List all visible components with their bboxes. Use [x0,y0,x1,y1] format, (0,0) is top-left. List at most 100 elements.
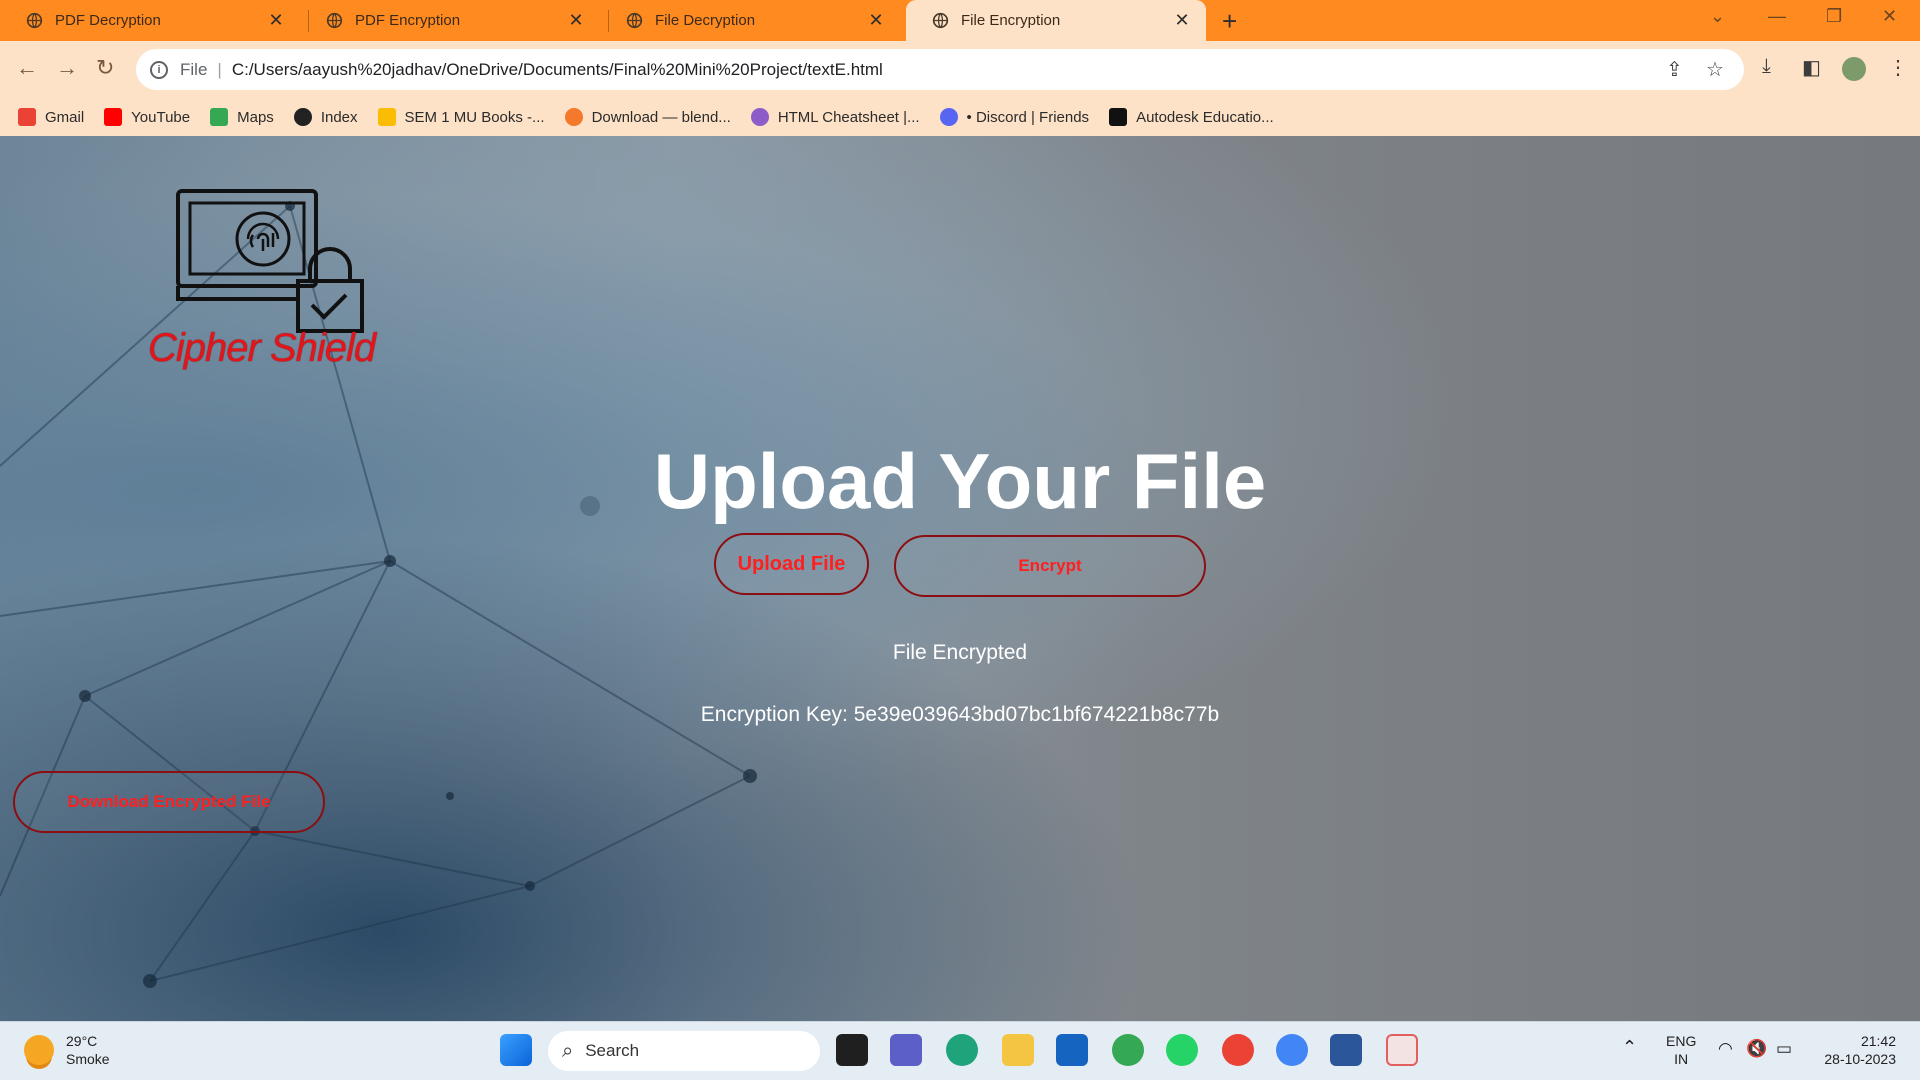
encryption-key-line: Encryption Key: 5e39e039643bd07bc1bf6742… [0,703,1920,727]
page-title: Upload Your File [653,437,1267,525]
download-encrypted-file-button[interactable]: Download Encrypted File [13,771,325,833]
weather-description: Smoke [66,1051,110,1067]
close-window-icon[interactable]: ✕ [1882,6,1897,27]
globe-icon [326,12,343,29]
edge-icon[interactable] [946,1034,978,1066]
battery-icon[interactable]: ▭ [1776,1040,1792,1058]
task-view-icon[interactable] [836,1034,868,1066]
tab-strip: PDF Decryption ✕ PDF Encryption ✕ File D… [0,0,1920,41]
url-scheme: File [180,59,208,79]
chrome-profile-2-icon[interactable] [1276,1034,1308,1066]
encrypt-button[interactable]: Encrypt [894,535,1206,597]
bookmark-label: • Discord | Friends [966,108,1090,126]
microsoft-store-icon[interactable] [1056,1034,1088,1066]
tab-label: PDF Encryption [355,12,461,29]
search-icon: ⌕ [562,1039,574,1062]
speaker-muted-icon[interactable]: 🔇 [1746,1040,1767,1058]
index-icon [293,108,312,126]
weather-sun-icon [24,1035,54,1065]
bookmark-label: Autodesk Educatio... [1136,108,1274,126]
bookmark-autodesk[interactable]: Autodesk Educatio... [1109,108,1274,126]
bookmark-label: Index [320,108,358,126]
wifi-icon[interactable]: ◠ [1718,1040,1733,1058]
reload-icon[interactable]: ↻ [96,55,114,81]
bookmarks-bar: Gmail YouTube Maps Index SEM 1 MU Books … [0,98,1920,136]
back-icon[interactable]: ← [16,55,38,81]
bookmark-html-cheatsheet[interactable]: HTML Cheatsheet |... [750,108,920,126]
tab-pdf-decryption[interactable]: PDF Decryption ✕ [0,0,300,41]
bookmark-label: Download — blend... [591,108,731,126]
snipping-tool-icon[interactable] [1386,1034,1418,1066]
close-icon[interactable]: ✕ [266,10,286,31]
bookmark-label: HTML Cheatsheet |... [777,108,920,126]
cheatsheet-icon [750,108,769,126]
maps-icon [210,108,229,126]
brand-name: Cipher Shield [148,326,376,370]
word-icon[interactable] [1330,1034,1362,1066]
address-toolbar: ← → ↻ i File | C:/Users/aayush%20jadhav/… [0,41,1920,98]
menu-icon[interactable]: ⋮ [1888,55,1908,80]
restore-icon[interactable]: ❐ [1826,6,1842,27]
weather-widget[interactable]: 29°C Smoke [24,1032,110,1068]
youtube-icon [104,108,123,126]
bookmark-label: SEM 1 MU Books -... [404,108,545,126]
bookmark-maps[interactable]: Maps [210,108,274,126]
bookmark-star-icon[interactable]: ☆ [1706,57,1724,82]
encryption-key-label: Encryption Key: [700,703,854,726]
windows-start-icon[interactable] [500,1034,532,1066]
encryption-key-value: 5e39e039643bd07bc1bf674221b8c77b [853,703,1220,726]
bookmark-gmail[interactable]: Gmail [18,108,84,126]
chrome-profile-icon[interactable] [1222,1034,1254,1066]
minimize-icon[interactable]: — [1768,6,1786,27]
bookmark-sem1-books[interactable]: SEM 1 MU Books -... [377,108,545,126]
bookmark-youtube[interactable]: YouTube [104,108,190,126]
bookmark-index[interactable]: Index [293,108,358,126]
site-info-icon[interactable]: i [150,60,168,79]
bookmark-discord[interactable]: • Discord | Friends [939,108,1090,126]
close-icon[interactable]: ✕ [1172,10,1192,31]
tab-search-icon[interactable]: ⌄ [1710,6,1725,27]
language-indicator[interactable]: ENG IN [1666,1032,1696,1068]
discord-icon [939,108,958,126]
tab-label: PDF Decryption [55,12,161,29]
encryption-status: File Encrypted [892,641,1028,664]
teams-icon[interactable] [890,1034,922,1066]
gmail-icon [18,108,36,126]
profile-avatar[interactable] [1842,57,1866,81]
tab-file-decryption[interactable]: File Decryption ✕ [600,0,900,41]
upload-file-button[interactable]: Upload File [714,533,869,595]
chrome-icon[interactable] [1112,1034,1144,1066]
tab-pdf-encryption[interactable]: PDF Encryption ✕ [300,0,600,41]
drive-icon [377,108,396,126]
tab-file-encryption[interactable]: File Encryption ✕ [906,0,1206,41]
bookmark-label: Maps [237,108,274,126]
close-icon[interactable]: ✕ [566,10,586,31]
address-bar[interactable]: i File | C:/Users/aayush%20jadhav/OneDri… [136,49,1744,90]
bookmark-blender[interactable]: Download — blend... [564,108,731,126]
bookmark-label: YouTube [131,108,191,126]
bookmark-label: Gmail [45,108,85,126]
whatsapp-icon[interactable] [1166,1034,1198,1066]
region-code: IN [1674,1051,1689,1067]
file-explorer-icon[interactable] [1002,1034,1034,1066]
share-icon[interactable]: ⇪ [1666,57,1683,82]
download-icon[interactable]: ⤓ [1762,55,1771,78]
url-text[interactable]: C:/Users/aayush%20jadhav/OneDrive/Docume… [232,60,883,80]
page-viewport: Cipher Shield Upload Your File Upload Fi… [0,136,1920,1021]
new-tab-button[interactable]: + [1222,6,1237,37]
blender-icon [564,108,583,126]
autodesk-icon [1109,108,1128,126]
taskbar-search[interactable]: ⌕ Search [548,1031,820,1071]
tab-label: File Decryption [655,12,756,29]
chevron-up-icon[interactable]: ⌃ [1622,1038,1637,1056]
clock-time: 21:42 [1860,1033,1896,1049]
tab-label: File Encryption [961,12,1061,29]
globe-icon [932,12,949,29]
clock[interactable]: 21:42 28-10-2023 [1818,1032,1896,1068]
clock-date: 28-10-2023 [1824,1051,1896,1067]
close-icon[interactable]: ✕ [866,10,886,31]
globe-icon [26,12,43,29]
side-panel-icon[interactable]: ◧ [1802,55,1821,80]
search-placeholder: Search [585,1041,640,1060]
forward-icon[interactable]: → [56,55,78,81]
